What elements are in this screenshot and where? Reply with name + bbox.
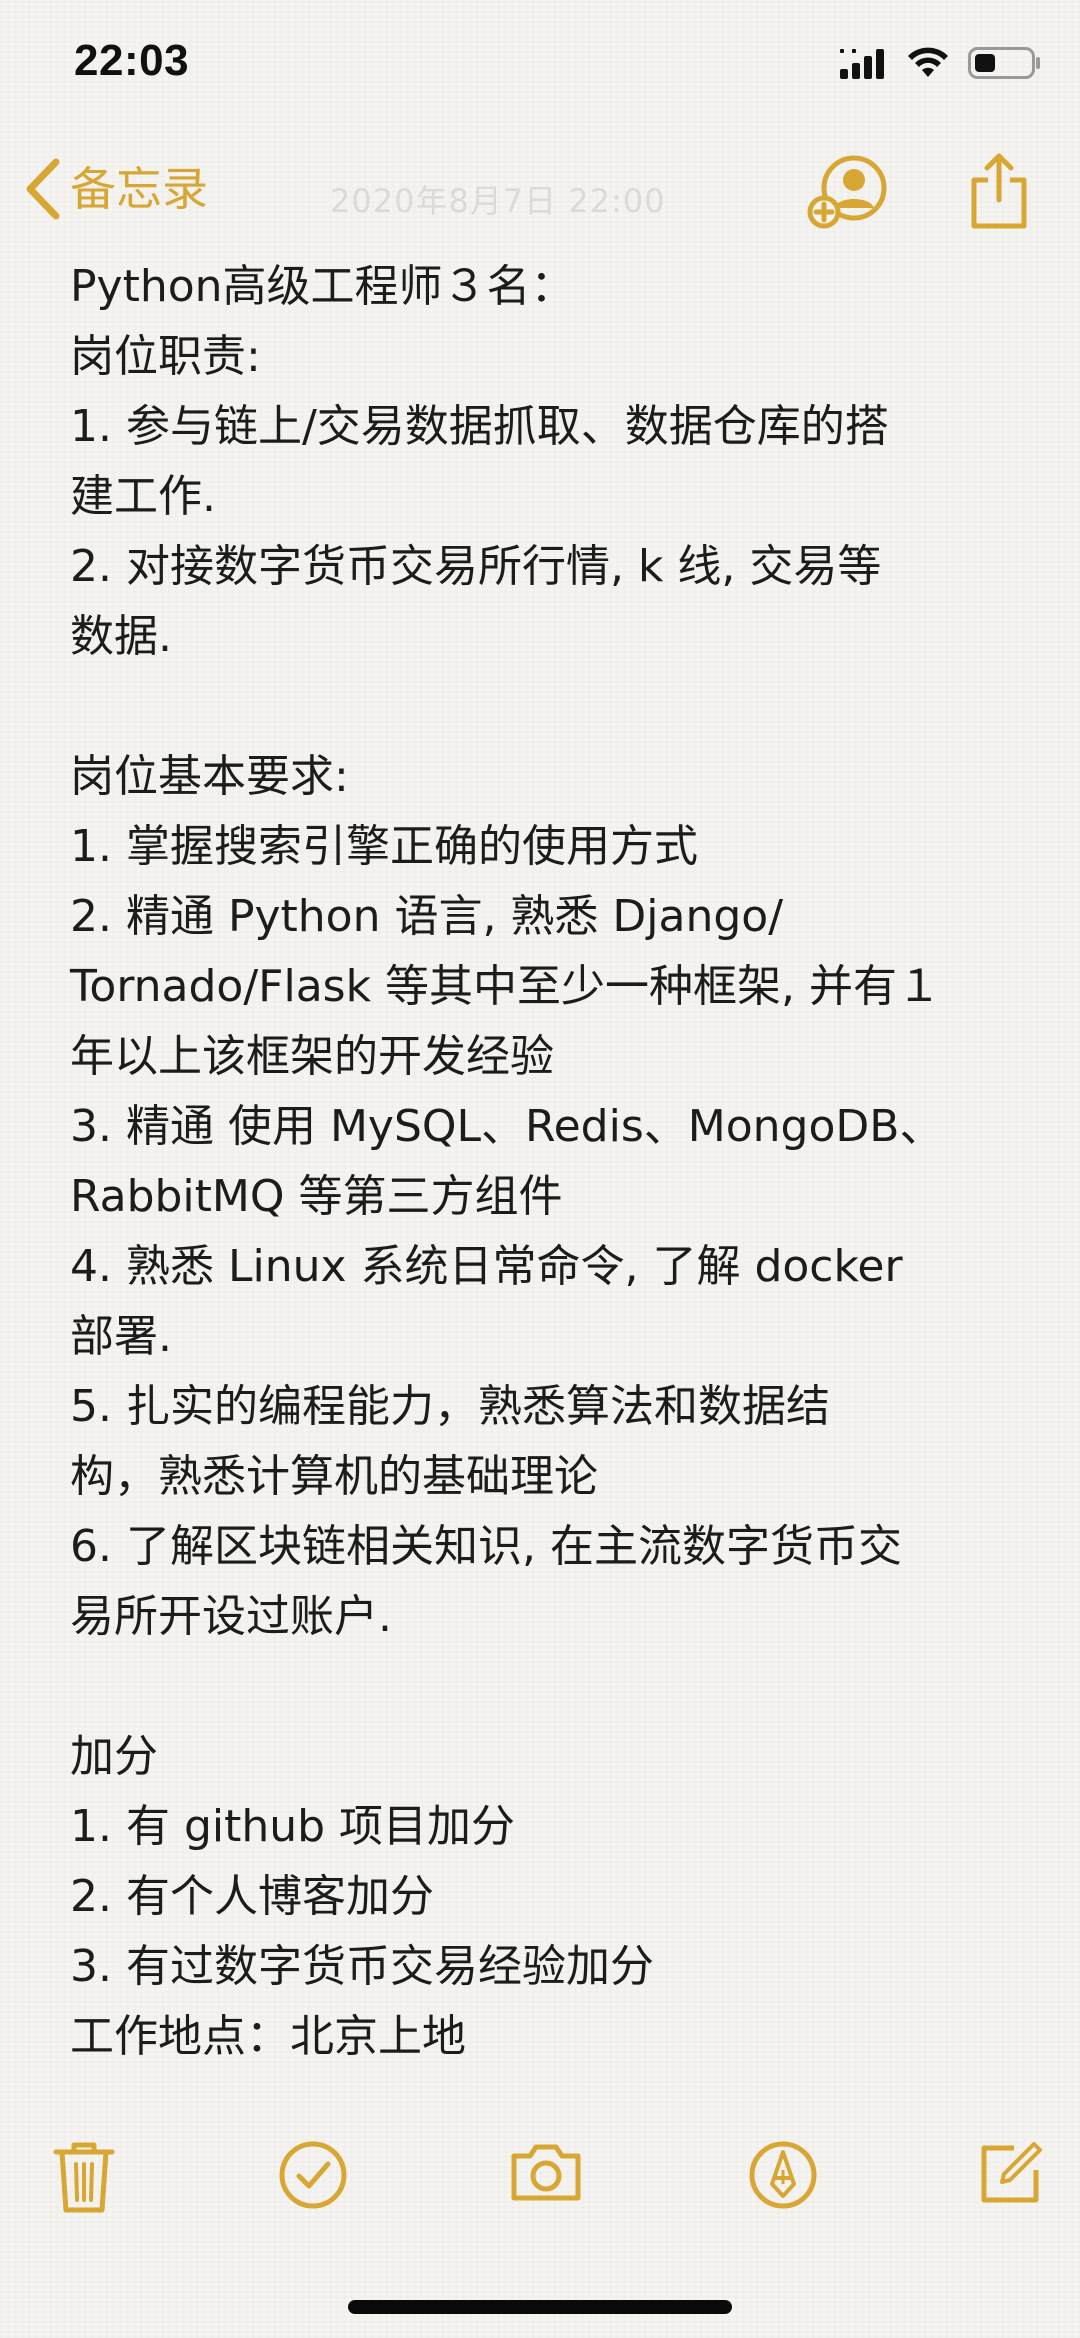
note-line: 1. 有 github 项目加分 [70,1801,516,1852]
status-icons [840,46,1042,80]
note-line: RabbitMQ 等第三方组件 [70,1171,563,1222]
add-person-icon [807,155,887,229]
battery-icon [968,47,1040,79]
note-line: 1. 参与链上/交易数据抓取、数据仓库的搭 [70,401,889,452]
note-line: 4. 熟悉 Linux 系统日常命令, 了解 docker [70,1241,903,1292]
note-line [70,672,1020,742]
share-button[interactable] [966,150,1032,238]
note-line: Tornado/Flask 等其中至少一种框架, 并有１ [70,961,942,1012]
note-line: 3. 有过数字货币交易经验加分 [70,1941,654,1992]
nav-bar: 备忘录 2020年8月7日 22:00 [0,140,1080,240]
share-icon [971,153,1027,229]
note-line: 3. 精通 使用 MySQL、Redis、MongoDB、 [70,1101,944,1152]
back-label: 备忘录 [70,162,208,216]
checklist-button[interactable] [278,2140,348,2214]
note-line: 易所开设过账户. [70,1591,392,1642]
checkmark-circle-icon [279,2141,347,2209]
note-line: 部署. [70,1311,172,1362]
compose-icon [981,2142,1042,2203]
chevron-left-icon [26,158,60,220]
note-body[interactable]: Python高级工程师３名： 岗位职责: 1. 参与链上/交易数据抓取、数据仓库的搭… [70,252,1020,2072]
wifi-icon [908,47,948,77]
camera-icon [511,2144,581,2201]
note-line: 加分 [70,1731,158,1782]
bottom-toolbar [0,2140,1080,2240]
markup-button[interactable] [748,2140,818,2214]
note-line: 1. 掌握搜索引擎正确的使用方式 [70,821,698,872]
note-line: 工作地点：北京上地 [70,2011,466,2062]
trash-icon [53,2142,115,2213]
note-line: 岗位职责: [70,331,261,382]
compose-button[interactable] [978,2140,1044,2210]
status-bar: 22:03 [0,0,1080,130]
note-line: 6. 了解区块链相关知识, 在主流数字货币交 [70,1521,902,1572]
home-indicator[interactable] [348,2300,732,2314]
camera-button[interactable] [508,2140,584,2208]
pen-circle-icon [749,2141,817,2209]
status-time: 22:03 [74,36,190,85]
note-line: 建工作. [70,471,216,522]
note-line: 2. 精通 Python 语言, 熟悉 Django/ [70,891,784,942]
note-line: Python高级工程师３名： [70,261,575,312]
note-line: 5. 扎实的编程能力，熟悉算法和数据结 [70,1381,830,1432]
note-line: 数据. [70,611,172,662]
note-line [70,1652,1020,1722]
note-line: 2. 有个人博客加分 [70,1871,434,1922]
add-collaborator-button[interactable] [806,150,890,238]
cellular-signal-icon [840,49,884,79]
note-line: 年以上该框架的开发经验 [70,1031,554,1082]
delete-button[interactable] [52,2140,116,2220]
note-line: 构，熟悉计算机的基础理论 [70,1451,598,1502]
back-button[interactable]: 备忘录 [22,156,208,222]
note-line: 岗位基本要求: [70,751,349,802]
note-date-faded: 2020年8月7日 22:00 [330,182,666,220]
note-line: 2. 对接数字货币交易所行情, k 线, 交易等 [70,541,882,592]
